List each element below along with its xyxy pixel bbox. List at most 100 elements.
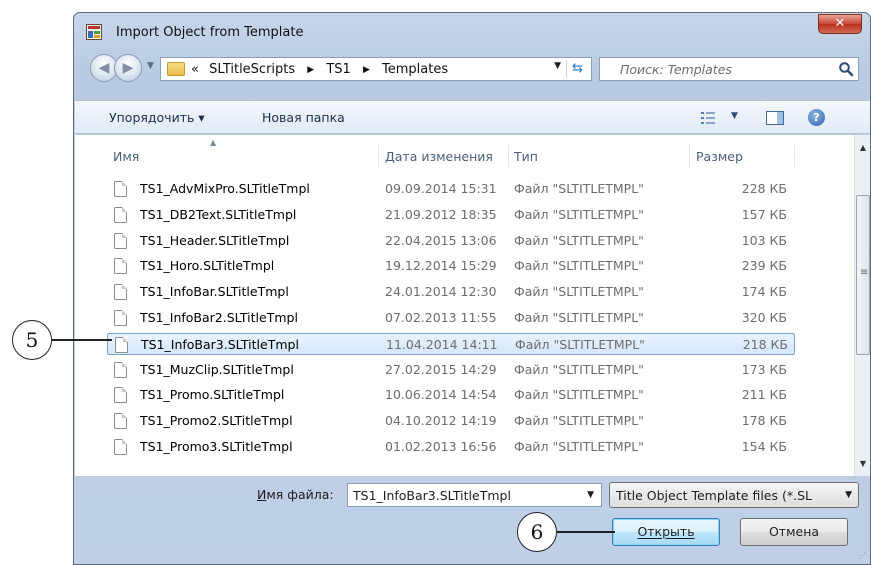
column-header-date[interactable]: Дата изменения (385, 149, 493, 164)
file-type-value: Title Object Template files (*.SL (616, 488, 812, 503)
table-row[interactable]: TS1_Horo.SLTitleTmpl 19.12.2014 15:29 Файл… (107, 255, 795, 277)
table-row[interactable]: TS1_Header.SLTitleTmpl 22.04.2015 13:06 Фа… (107, 230, 795, 252)
cancel-button[interactable]: Отмена (740, 518, 848, 546)
column-header-size[interactable]: Размер (696, 149, 743, 164)
column-divider[interactable] (794, 145, 795, 167)
file-size: 173 КБ (741, 361, 787, 377)
close-button[interactable]: ✕ (818, 14, 862, 34)
chevron-right-icon[interactable]: ▶ (363, 65, 370, 75)
table-row[interactable]: TS1_InfoBar3.SLTitleTmpl 11.04.2014 14:11… (107, 332, 795, 355)
file-type: Файл "SLTITLETMPL" (514, 310, 644, 325)
address-bar[interactable]: « SLTitleScripts ▶ TS1 ▶ Templates ▼ ⇆ (160, 57, 592, 81)
file-icon (114, 439, 127, 455)
file-size: 239 КБ (741, 258, 787, 274)
breadcrumb-item-templates[interactable]: Templates (382, 62, 448, 77)
table-row[interactable]: TS1_DB2Text.SLTitleTmpl 21.09.2012 18:35 Ф… (107, 204, 795, 226)
file-icon (114, 206, 127, 223)
column-divider[interactable] (378, 145, 379, 167)
breadcrumb-overflow[interactable]: « (191, 62, 199, 77)
breadcrumb-item-ts1[interactable]: TS1 (326, 62, 350, 77)
organize-button[interactable]: Упорядочить ▾ (109, 110, 205, 125)
file-type: Файл "SLTITLETMPL" (514, 181, 644, 196)
chevron-down-icon: ▼ (731, 111, 738, 121)
file-name: TS1_Header.SLTitleTmpl (140, 232, 290, 248)
table-row[interactable]: TS1_AdvMixPro.SLTitleTmpl 09.09.2014 15:3… (107, 178, 795, 200)
callout-5-number: 5 (25, 328, 39, 352)
file-type: Файл "SLTITLETMPL" (514, 387, 644, 403)
cancel-button-label: Отмена (768, 524, 820, 539)
file-size: 174 КБ (741, 284, 787, 300)
search-placeholder: Поиск: Templates (620, 62, 732, 77)
search-icon[interactable] (838, 61, 854, 77)
column-divider[interactable] (508, 145, 509, 167)
file-size: 228 КБ (741, 181, 787, 196)
file-list: ▲ Имя Дата изменения Тип Размер TS1_AdvM… (75, 135, 870, 476)
column-header-type[interactable]: Тип (514, 149, 538, 164)
file-icon (114, 258, 127, 275)
help-button[interactable]: ? (808, 109, 825, 126)
breadcrumb: « SLTitleScripts ▶ TS1 ▶ Templates (191, 62, 448, 77)
preview-pane-button[interactable] (766, 111, 784, 125)
chevron-down-icon[interactable]: ▼ (554, 61, 561, 71)
file-type: Файл "SLTITLETMPL" (514, 258, 644, 274)
chevron-down-icon[interactable]: ▼ (587, 490, 594, 500)
forward-button[interactable]: ▶ (114, 54, 142, 82)
recent-pages-dropdown-icon[interactable]: ▼ (147, 61, 154, 71)
file-type: Файл "SLTITLETMPL" (514, 413, 644, 429)
file-size: 211 КБ (741, 387, 787, 403)
file-date: 21.09.2012 18:35 (385, 206, 497, 222)
filename-label-accel: И (257, 487, 267, 502)
help-icon: ? (813, 111, 820, 124)
file-date: 11.04.2014 14:11 (386, 336, 498, 352)
scroll-up-icon[interactable]: ▲ (855, 139, 870, 156)
new-folder-button[interactable]: Новая папка (262, 110, 345, 125)
close-icon: ✕ (834, 16, 846, 31)
file-date: 27.02.2015 14:29 (385, 361, 497, 377)
file-icon (114, 310, 127, 326)
table-row[interactable]: TS1_InfoBar2.SLTitleTmpl 07.02.2013 11:55… (107, 307, 795, 329)
filename-label-text: мя файла: (266, 487, 334, 502)
file-date: 24.01.2014 12:30 (385, 284, 497, 300)
file-type: Файл "SLTITLETMPL" (514, 439, 644, 454)
file-icon (114, 232, 127, 249)
search-input[interactable]: Поиск: Templates (599, 57, 859, 81)
callout-6-number: 6 (530, 520, 544, 544)
table-row[interactable]: TS1_Promo3.SLTitleTmpl 01.02.2013 16:56 Фа… (107, 436, 795, 458)
forward-arrow-icon: ▶ (122, 60, 134, 76)
filename-value: TS1_InfoBar3.SLTitleTmpl (353, 488, 511, 503)
file-size: 320 КБ (741, 310, 787, 325)
callout-5: 5 (12, 320, 52, 360)
file-type-select[interactable]: Title Object Template files (*.SL ▼ (609, 482, 859, 508)
chevron-right-icon[interactable]: ▶ (307, 65, 314, 75)
table-row[interactable]: TS1_InfoBar.SLTitleTmpl 24.01.2014 12:30 Ф… (107, 281, 795, 303)
scroll-thumb[interactable]: ≡ (856, 195, 870, 355)
open-button[interactable]: Открыть (612, 518, 720, 546)
resize-grip-icon[interactable]: ⋰ (858, 551, 866, 560)
command-bar: Упорядочить ▾ Новая папка ▼ ? (75, 100, 870, 134)
open-button-label: Открыть (637, 524, 695, 539)
file-size: 157 КБ (741, 206, 787, 222)
refresh-button[interactable]: ⇆ (566, 60, 588, 78)
file-size: 178 КБ (741, 413, 787, 429)
filename-label: Имя файла: (257, 487, 334, 502)
scroll-down-icon[interactable]: ▼ (855, 455, 870, 472)
column-divider[interactable] (689, 145, 690, 167)
breadcrumb-item-sltitlescripts[interactable]: SLTitleScripts (209, 62, 295, 77)
table-row[interactable]: TS1_Promo2.SLTitleTmpl 04.10.2012 14:19 Фа… (107, 410, 795, 432)
callout-6-line (557, 531, 615, 533)
vertical-scrollbar[interactable]: ▲ ≡ ▼ (854, 135, 870, 476)
file-name: TS1_AdvMixPro.SLTitleTmpl (140, 181, 310, 196)
column-header-name[interactable]: Имя (113, 149, 139, 164)
filename-field[interactable]: TS1_InfoBar3.SLTitleTmpl ▼ (347, 483, 602, 507)
file-icon (114, 361, 127, 378)
title-bar[interactable]: Import Object from Template ✕ (74, 13, 870, 49)
file-size: 103 КБ (741, 232, 787, 248)
file-name: TS1_Promo.SLTitleTmpl (140, 387, 285, 403)
callout-6: 6 (517, 512, 557, 552)
table-row[interactable]: TS1_Promo.SLTitleTmpl 10.06.2014 14:54 Фай… (107, 384, 795, 406)
sort-ascending-icon: ▲ (210, 138, 217, 147)
change-view-button[interactable]: ▼ (700, 109, 748, 127)
table-row[interactable]: TS1_MuzClip.SLTitleTmpl 27.02.2015 14:29 Ф… (107, 359, 795, 381)
file-type: Файл "SLTITLETMPL" (514, 284, 644, 300)
window-title: Import Object from Template (116, 25, 304, 40)
